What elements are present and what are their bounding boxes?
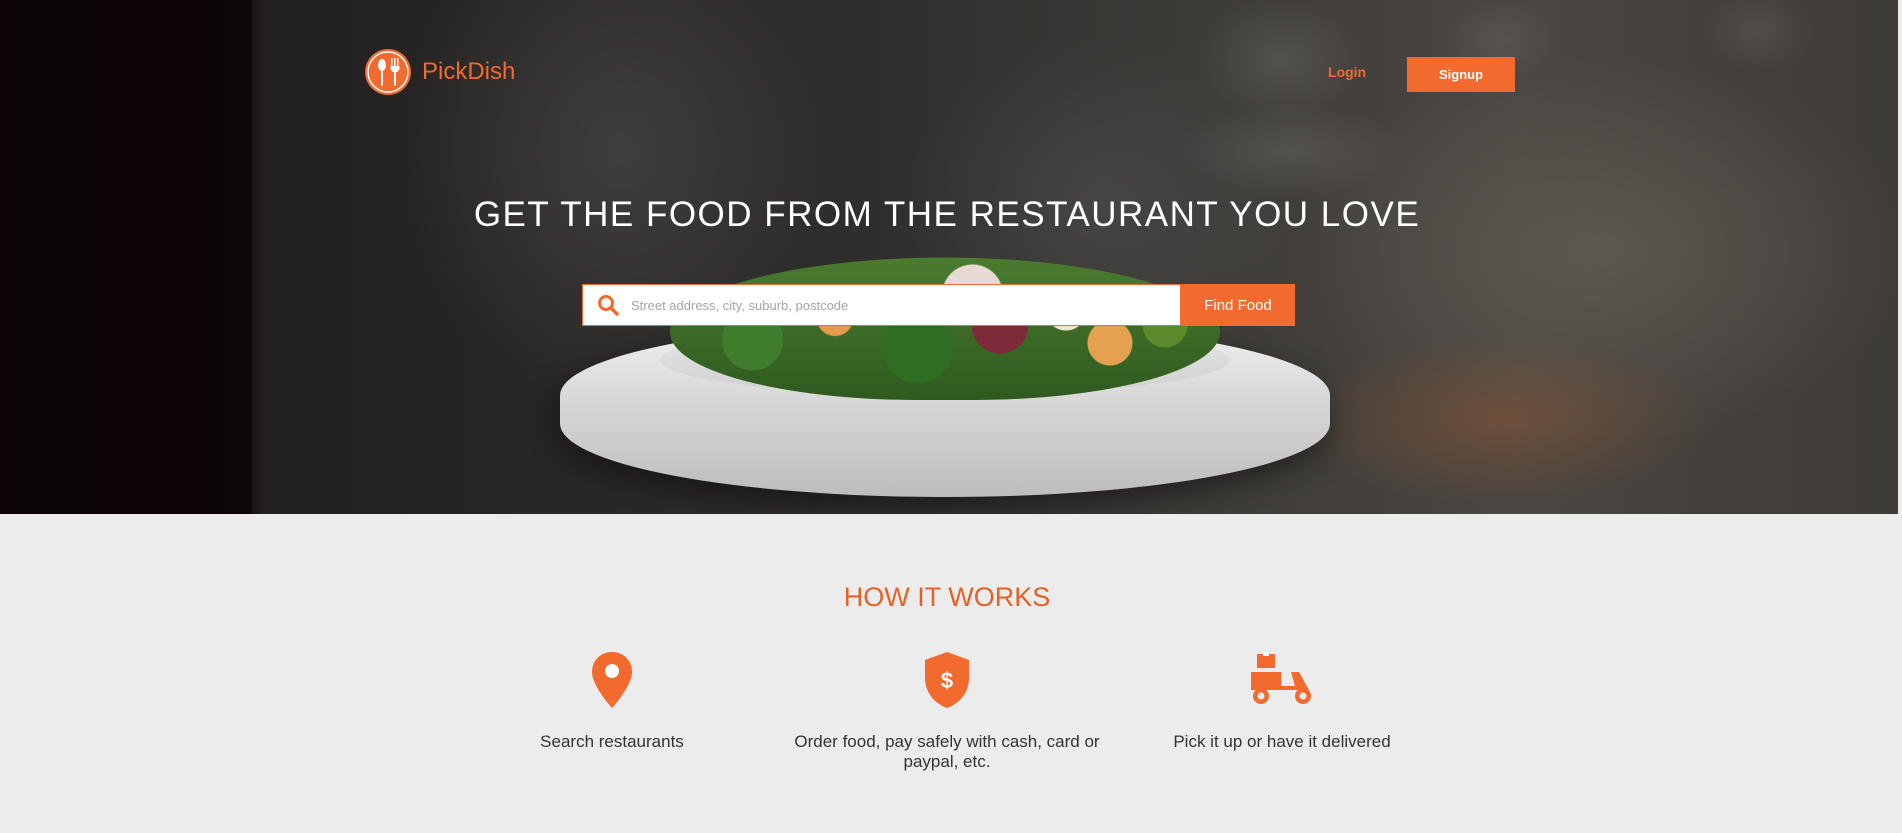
step-order-text: Order food, pay safely with cash, card o… [794,732,1100,771]
step-search: Search restaurants [452,650,772,752]
dollar-shield-icon: $ [925,652,969,708]
find-food-button[interactable]: Find Food [1181,284,1295,326]
address-search-input[interactable] [629,296,1180,314]
how-it-works-title: HOW IT WORKS [843,582,1051,612]
hero-section: PickDish Login Signup GET THE FOOD FROM … [0,0,1898,514]
map-pin-icon [592,652,632,708]
spoon-fork-logo-icon [365,49,411,95]
brand-name: PickDish [422,58,516,85]
search-icon [598,295,619,316]
delivery-scooter-icon [1251,652,1311,704]
login-link[interactable]: Login [1328,64,1366,80]
svg-text:$: $ [941,668,953,693]
search-box [582,284,1181,326]
step-delivery: Pick it up or have it delivered [1122,650,1442,752]
brand-logo[interactable]: PickDish [364,48,515,96]
hero-left-shade [0,0,252,514]
step-order: $ Order food, pay safely with cash, card… [787,650,1107,772]
step-delivery-text: Pick it up or have it delivered [1173,732,1391,751]
step-search-text: Search restaurants [540,732,684,751]
address-search-form: Find Food [582,284,1295,326]
hero-headline: GET THE FOOD FROM THE RESTAURANT YOU LOV… [473,195,1421,234]
signup-button[interactable]: Signup [1407,57,1515,92]
